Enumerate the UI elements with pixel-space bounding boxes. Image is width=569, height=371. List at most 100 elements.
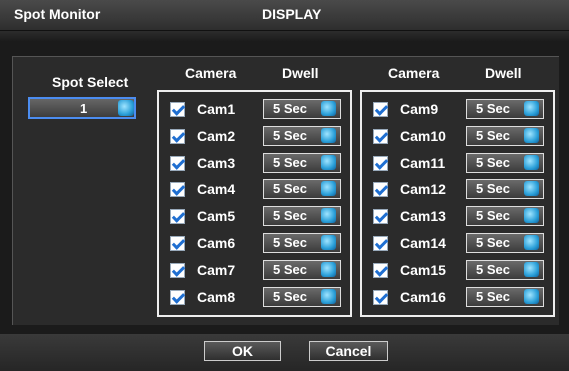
camera-enable-checkbox[interactable] (170, 262, 185, 278)
camera-label: Cam4 (197, 181, 236, 198)
cycle-arrows-icon[interactable] (321, 235, 336, 250)
dwell-column-header-left: Dwell (282, 65, 319, 81)
dwell-value: 5 Sec (476, 101, 510, 116)
camera-group-right (360, 90, 555, 317)
dwell-select[interactable]: 5 Sec (466, 179, 544, 200)
camera-row: Cam3 5 Sec (170, 152, 342, 175)
spot-select-value: 1 (80, 101, 88, 116)
dwell-select[interactable]: 5 Sec (466, 286, 544, 307)
dwell-value: 5 Sec (273, 154, 307, 170)
cycle-arrows-icon[interactable] (524, 235, 539, 250)
cycle-arrows-icon[interactable] (321, 181, 336, 197)
dwell-value: 5 Sec (273, 288, 307, 304)
camera-row: Cam15 5 Sec (373, 259, 545, 282)
camera-enable-checkbox[interactable] (170, 102, 185, 117)
cycle-arrows-icon[interactable] (524, 288, 539, 304)
dwell-value: 5 Sec (273, 181, 307, 197)
camera-enable-checkbox[interactable] (373, 236, 388, 251)
cycle-arrows-icon[interactable] (524, 154, 539, 170)
dwell-value: 5 Sec (273, 208, 307, 224)
dwell-value: 5 Sec (476, 288, 510, 304)
dwell-select[interactable]: 5 Sec (263, 99, 341, 119)
dwell-select[interactable]: 5 Sec (466, 259, 544, 280)
dwell-select[interactable]: 5 Sec (466, 152, 544, 173)
dwell-select[interactable]: 5 Sec (263, 286, 341, 307)
dwell-select[interactable]: 5 Sec (263, 206, 341, 227)
cycle-arrows-icon[interactable] (321, 208, 336, 224)
camera-enable-checkbox[interactable] (373, 182, 388, 198)
camera-row: Cam1 5 Sec (170, 99, 342, 121)
camera-enable-checkbox[interactable] (373, 102, 388, 117)
cycle-arrows-icon[interactable] (321, 288, 336, 304)
dwell-select[interactable]: 5 Sec (263, 179, 341, 200)
camera-row: Cam5 5 Sec (170, 206, 342, 228)
camera-label: Cam13 (400, 208, 446, 225)
cycle-arrows-icon[interactable] (524, 261, 539, 277)
button-bar (0, 334, 569, 371)
camera-label: Cam6 (197, 235, 236, 251)
camera-enable-checkbox[interactable] (170, 155, 185, 171)
camera-group-left (157, 90, 352, 317)
camera-label: Cam5 (197, 208, 236, 225)
dwell-value: 5 Sec (476, 235, 510, 250)
camera-enable-checkbox[interactable] (373, 289, 388, 305)
dwell-select[interactable]: 5 Sec (466, 125, 544, 146)
camera-label: Cam16 (400, 288, 446, 305)
dwell-select[interactable]: 5 Sec (263, 259, 341, 280)
camera-enable-checkbox[interactable] (170, 289, 185, 305)
camera-column-header-right: Camera (388, 65, 440, 81)
cycle-arrows-icon[interactable] (321, 261, 336, 277)
cycle-arrows-icon[interactable] (524, 181, 539, 197)
camera-label: Cam3 (197, 154, 236, 171)
cycle-arrows-icon[interactable] (321, 101, 336, 116)
camera-enable-checkbox[interactable] (170, 182, 185, 198)
camera-row: Cam10 5 Sec (373, 125, 545, 148)
ok-button[interactable]: OK (204, 341, 281, 361)
title-bar: Spot Monitor DISPLAY (0, 0, 569, 31)
camera-label: Cam15 (400, 261, 446, 278)
dwell-value: 5 Sec (476, 154, 510, 170)
camera-row: Cam4 5 Sec (170, 179, 342, 201)
camera-row: Cam2 5 Sec (170, 125, 342, 148)
camera-row: Cam13 5 Sec (373, 206, 545, 228)
dwell-value: 5 Sec (273, 101, 307, 116)
dwell-select[interactable]: 5 Sec (466, 99, 544, 119)
dwell-select[interactable]: 5 Sec (263, 233, 341, 253)
camera-row: Cam6 5 Sec (170, 233, 342, 255)
dwell-select[interactable]: 5 Sec (466, 206, 544, 227)
dwell-column-header-right: Dwell (485, 65, 522, 81)
menu-header: DISPLAY (262, 6, 322, 22)
camera-label: Cam1 (197, 101, 236, 117)
camera-enable-checkbox[interactable] (373, 155, 388, 171)
camera-row: Cam9 5 Sec (373, 99, 545, 121)
camera-label: Cam2 (197, 127, 236, 144)
cycle-arrows-icon[interactable] (524, 127, 539, 143)
cycle-arrows-icon[interactable] (524, 208, 539, 224)
camera-enable-checkbox[interactable] (170, 209, 185, 225)
spot-select-dropdown[interactable]: 1 (28, 97, 136, 119)
dwell-value: 5 Sec (273, 235, 307, 250)
camera-row: Cam16 5 Sec (373, 286, 545, 309)
cycle-arrows-icon[interactable] (321, 127, 336, 143)
camera-label: Cam8 (197, 288, 236, 305)
camera-label: Cam12 (400, 181, 446, 198)
camera-enable-checkbox[interactable] (373, 209, 388, 225)
spot-select-label: Spot Select (52, 74, 129, 90)
camera-label: Cam14 (400, 235, 446, 251)
camera-row: Cam14 5 Sec (373, 233, 545, 255)
dwell-select[interactable]: 5 Sec (466, 233, 544, 253)
camera-label: Cam9 (400, 101, 439, 117)
dwell-select[interactable]: 5 Sec (263, 125, 341, 146)
cycle-arrows-icon[interactable] (118, 100, 134, 116)
camera-row: Cam7 5 Sec (170, 259, 342, 282)
camera-enable-checkbox[interactable] (373, 262, 388, 278)
camera-enable-checkbox[interactable] (170, 236, 185, 251)
dwell-select[interactable]: 5 Sec (263, 152, 341, 173)
camera-enable-checkbox[interactable] (373, 128, 388, 144)
cycle-arrows-icon[interactable] (524, 101, 539, 116)
dwell-value: 5 Sec (476, 208, 510, 224)
camera-row: Cam12 5 Sec (373, 179, 545, 201)
cancel-button[interactable]: Cancel (309, 341, 388, 361)
cycle-arrows-icon[interactable] (321, 154, 336, 170)
camera-enable-checkbox[interactable] (170, 128, 185, 144)
